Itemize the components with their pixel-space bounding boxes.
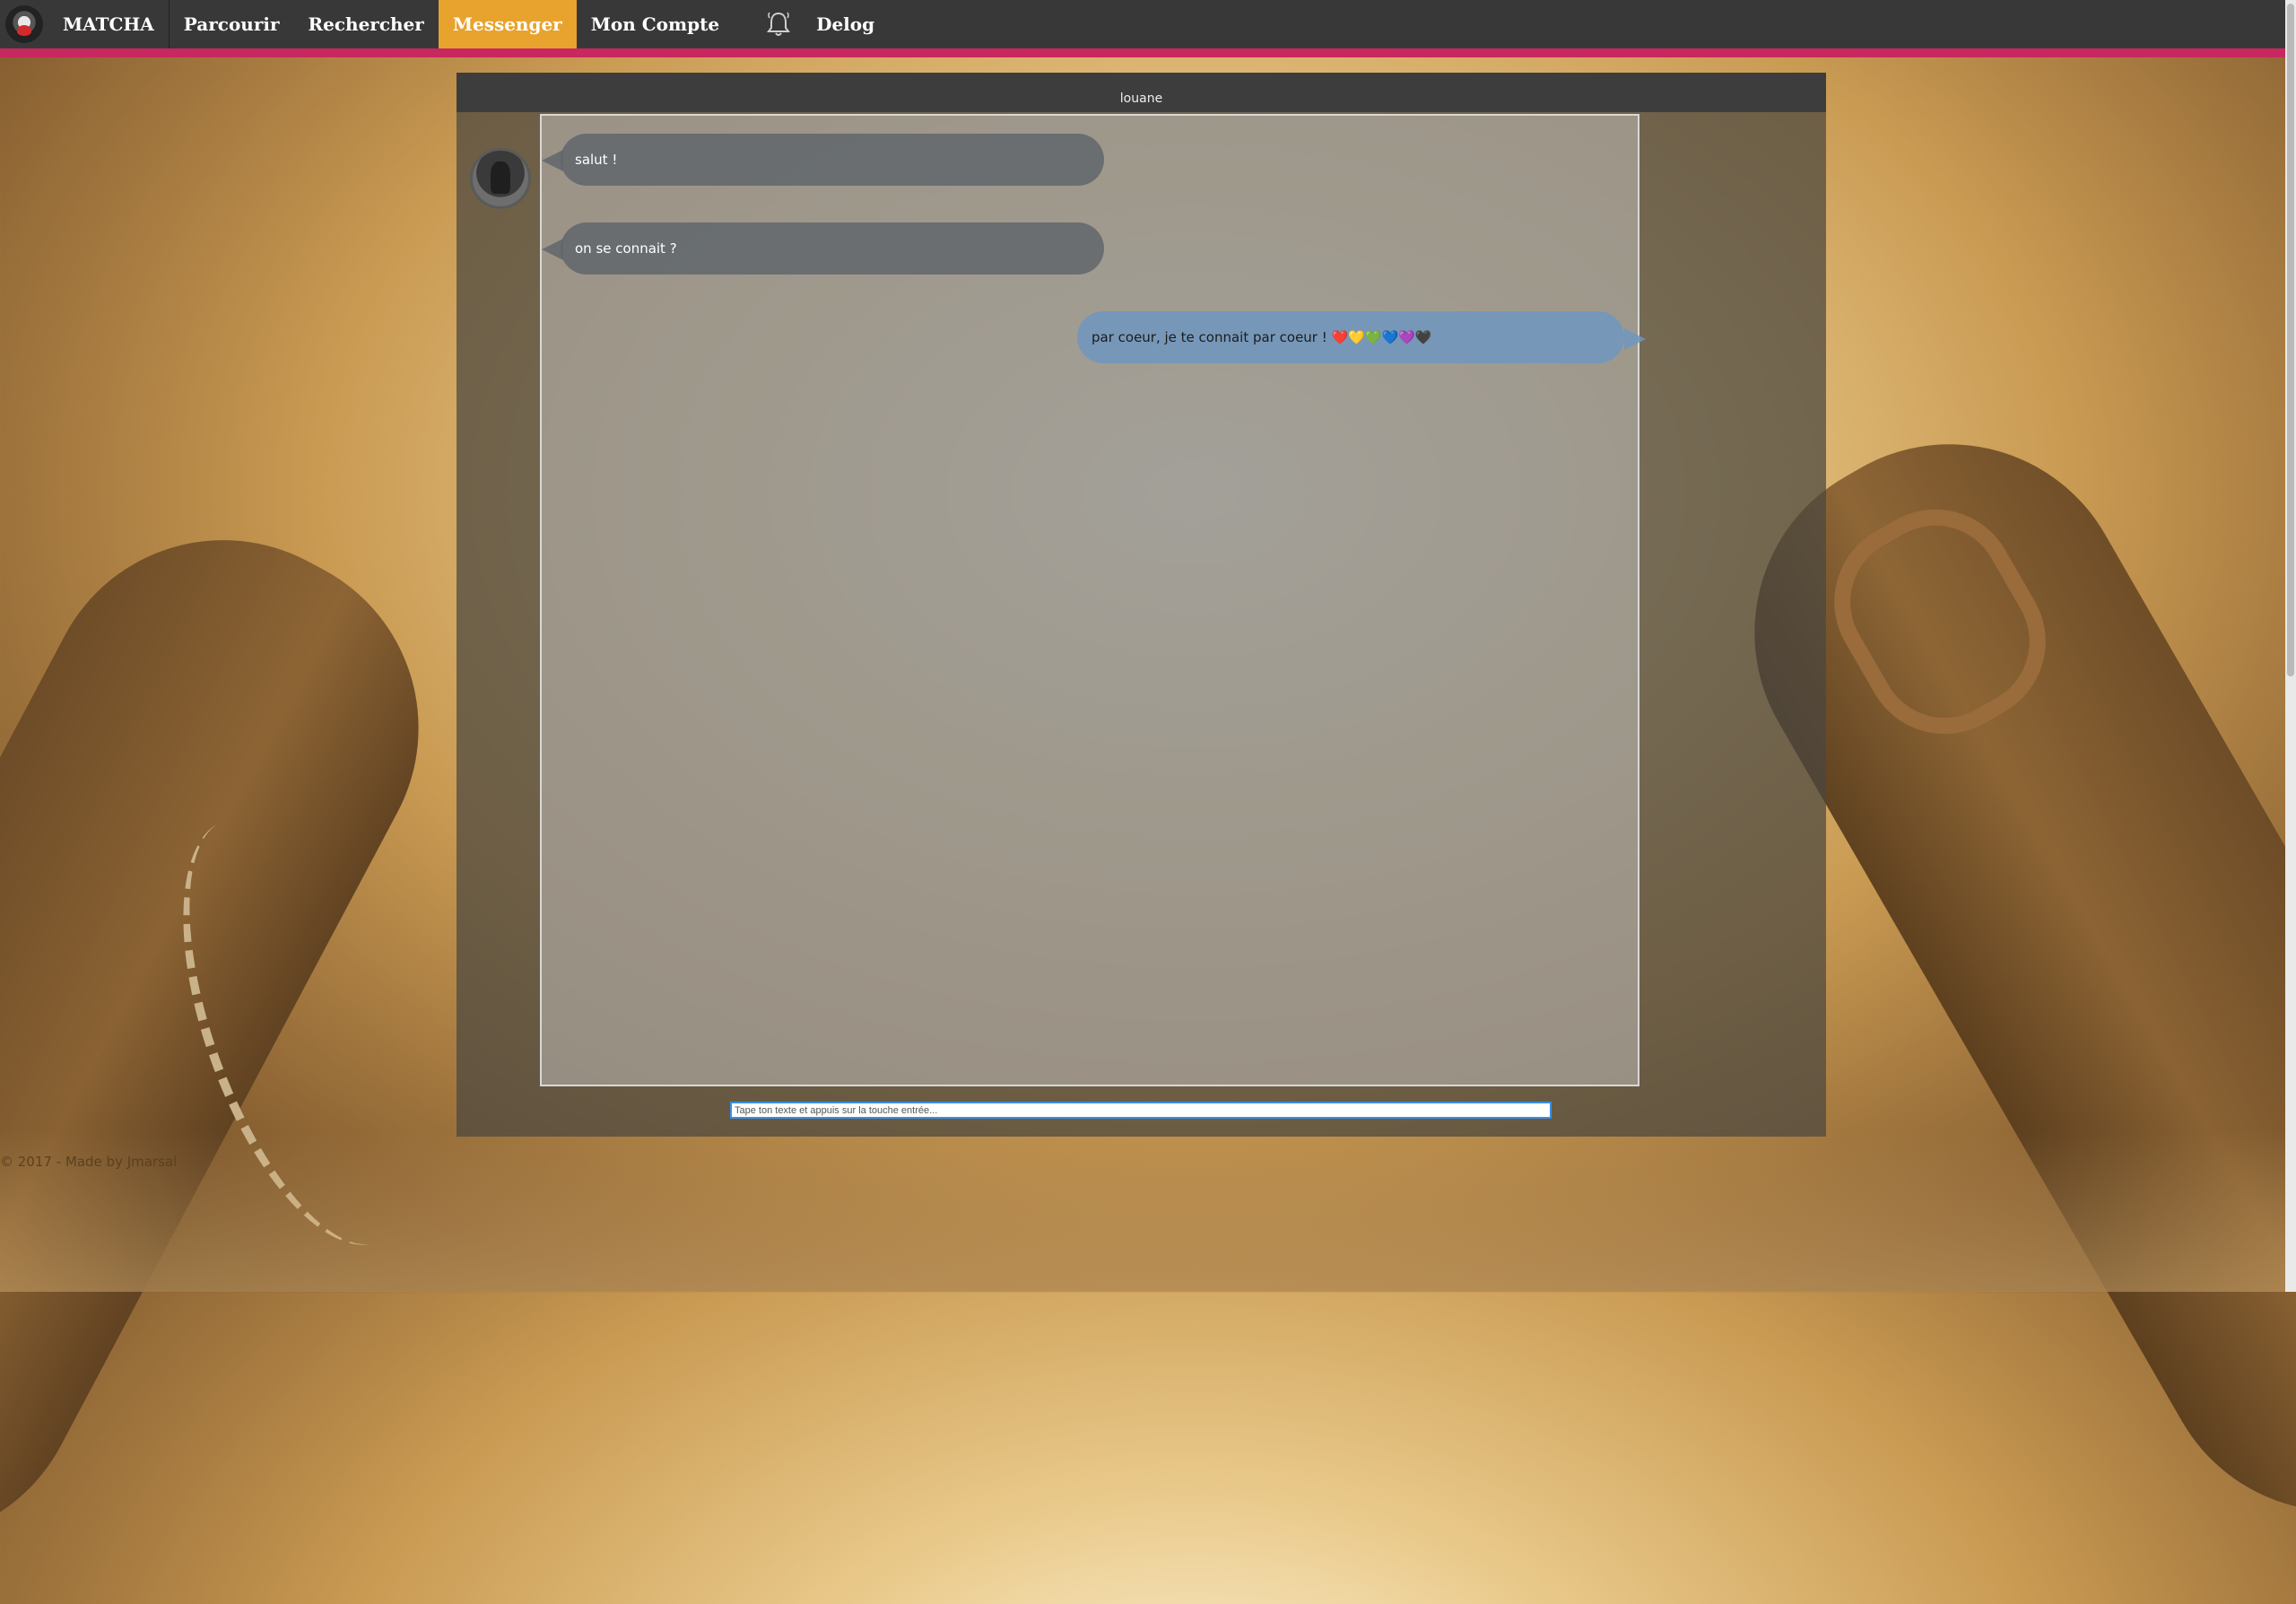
nav-delog[interactable]: Delog: [802, 0, 889, 48]
notification-bell-icon[interactable]: [761, 0, 796, 48]
nav-rechercher[interactable]: Rechercher: [294, 0, 439, 48]
message-list[interactable]: salut ! on se connait ? par coeur, je te…: [540, 114, 1646, 1086]
message-received: salut !: [561, 134, 1104, 186]
nav-parcourir[interactable]: Parcourir: [170, 0, 294, 48]
bubble-tail: [1624, 328, 1646, 350]
message-received: on se connait ?: [561, 222, 1104, 275]
chat-panel: louane salut ! on se connait ? par coeur…: [457, 73, 1826, 1137]
top-navbar: MATCHA Parcourir Rechercher Messenger Mo…: [0, 0, 2285, 57]
brand-link[interactable]: MATCHA: [43, 0, 170, 48]
nav-mon-compte[interactable]: Mon Compte: [577, 0, 734, 48]
footer-credits: © 2017 - Made by Jmarsal: [0, 1154, 178, 1170]
message-sent: par coeur, je te connait par coeur ! ❤️💛…: [1077, 311, 1624, 363]
matcha-logo-icon[interactable]: [5, 5, 43, 43]
nav-messenger[interactable]: Messenger: [438, 0, 577, 48]
contact-avatar[interactable]: [470, 148, 531, 209]
message-input[interactable]: [730, 1102, 1552, 1119]
background-shore: [0, 1130, 2296, 1292]
chat-contact-name: louane: [457, 73, 1826, 112]
scrollbar-thumb[interactable]: [2287, 4, 2294, 676]
